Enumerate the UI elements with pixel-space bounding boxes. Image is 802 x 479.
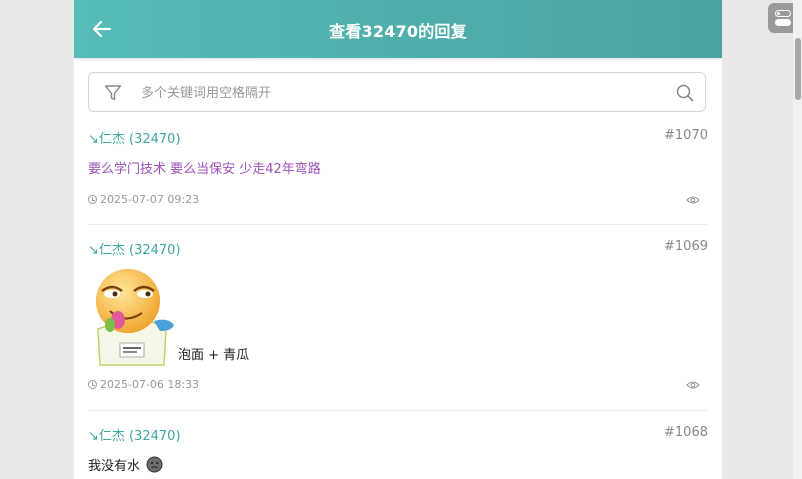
search-input[interactable]: [139, 81, 663, 105]
time-text: 2025-07-06 18:33: [100, 378, 200, 391]
reply-time: 2025-07-07 09:23: [88, 193, 199, 206]
reply-content: 我没有水: [88, 455, 163, 474]
sad-face-icon: [146, 456, 163, 473]
scrollbar[interactable]: [793, 0, 802, 479]
scrollbar-thumb[interactable]: [795, 38, 801, 100]
reply-content: 泡面 + 青瓜: [178, 348, 250, 363]
search-icon[interactable]: [675, 83, 695, 103]
page-title: 查看32470的回复: [329, 22, 467, 41]
reply-time: 2025-07-06 18:33: [88, 378, 199, 391]
clock-icon: [88, 380, 97, 389]
page-header: 查看32470的回复: [74, 0, 722, 58]
time-text: 2025-07-07 09:23: [100, 193, 200, 206]
reply-item: ↘仁杰 (32470) #1068 我没有水: [88, 425, 708, 479]
search-bar: [88, 72, 706, 112]
author-link[interactable]: ↘仁杰 (32470): [88, 128, 181, 147]
clock-icon: [88, 195, 97, 204]
floor-number: #1070: [664, 128, 708, 143]
main-panel: 查看32470的回复 ↘仁杰 (32470) #1070 要么学门技术 要么当保…: [74, 0, 722, 479]
eye-icon[interactable]: [686, 195, 700, 205]
toggle-off-icon: [775, 10, 791, 17]
reply-item: ↘仁杰 (32470) #1070 要么学门技术 要么当保安 少走42年弯路 2…: [88, 128, 708, 218]
floor-number: #1068: [664, 425, 708, 440]
emoji-sticker-icon: [96, 269, 174, 366]
author-link[interactable]: ↘仁杰 (32470): [88, 239, 181, 258]
reply-text: 我没有水: [88, 459, 141, 474]
author-link[interactable]: ↘仁杰 (32470): [88, 425, 181, 444]
toggle-on-icon: [775, 19, 791, 26]
reply-item: ↘仁杰 (32470) #1069 泡面 + 青瓜 2025-07-06 18:…: [88, 239, 708, 399]
filter-icon[interactable]: [103, 83, 123, 103]
eye-icon[interactable]: [686, 380, 700, 390]
reply-content: 要么学门技术 要么当保安 少走42年弯路: [88, 162, 321, 177]
divider: [88, 410, 708, 411]
floor-number: #1069: [664, 239, 708, 254]
divider: [88, 224, 708, 225]
